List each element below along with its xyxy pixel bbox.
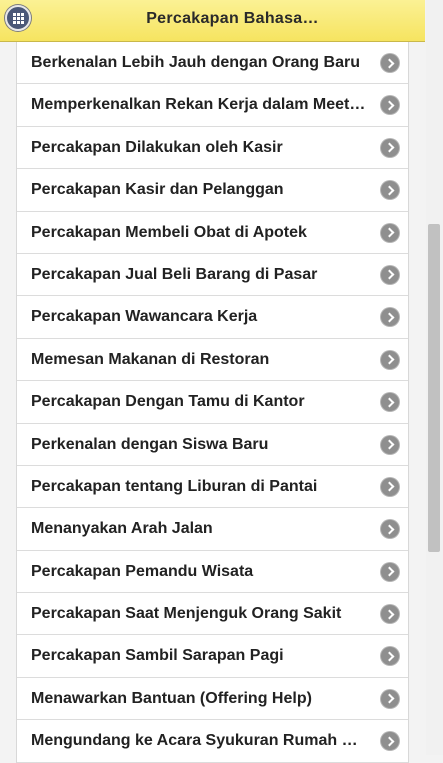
chevron-right-icon — [381, 393, 399, 412]
list-item[interactable]: Memperkenalkan Rekan Kerja dalam Meeting — [17, 84, 408, 127]
grid-menu-icon — [12, 12, 24, 24]
chevron-right-icon — [381, 96, 399, 115]
list-item-label: Memperkenalkan Rekan Kerja dalam Meeting — [31, 96, 369, 114]
list-item[interactable]: Percakapan Jual Beli Barang di Pasar — [17, 253, 408, 297]
list-item-label: Percakapan Wawancara Kerja — [31, 308, 258, 326]
list-item-label: Berkenalan Lebih Jauh dengan Orang Baru — [31, 54, 360, 71]
conversation-list: Berkenalan Lebih Jauh dengan Orang Baru … — [16, 42, 409, 763]
list-item[interactable]: Berkenalan Lebih Jauh dengan Orang Baru — [17, 42, 408, 85]
chevron-right-icon — [381, 308, 399, 327]
list-item[interactable]: Percakapan Kasir dan Pelanggan — [17, 169, 408, 212]
list-item[interactable]: Percakapan tentang Liburan di Pantai — [17, 465, 408, 509]
list-item[interactable]: Percakapan Saat Menjenguk Orang Sakit — [17, 593, 408, 636]
list-item-label: Percakapan Sambil Sarapan Pagi — [31, 647, 284, 665]
list-item[interactable]: Memesan Makanan di Restoran — [17, 338, 408, 382]
chevron-right-icon — [381, 181, 399, 200]
menu-button[interactable] — [5, 5, 31, 31]
list-item[interactable]: Percakapan Dengan Tamu di Kantor — [17, 381, 408, 424]
chevron-right-icon — [381, 562, 399, 581]
chevron-right-icon — [381, 54, 399, 72]
list-item[interactable]: Perkenalan dengan Siswa Baru — [17, 423, 408, 466]
scrollbar-thumb[interactable] — [428, 224, 440, 552]
chevron-right-icon — [381, 350, 399, 369]
list-item-label: Menanyakan Arah Jalan — [31, 520, 213, 538]
list-item-label: Percakapan Dilakukan oleh Kasir — [31, 138, 283, 156]
chevron-right-icon — [381, 520, 399, 539]
list-item-label: Percakapan tentang Liburan di Pantai — [31, 477, 318, 495]
chevron-right-icon — [381, 138, 399, 157]
chevron-right-icon — [381, 647, 399, 666]
list-item-label: Percakapan Jual Beli Barang di Pasar — [31, 265, 318, 283]
chevron-right-icon — [381, 223, 399, 242]
list-item-label: Percakapan Membeli Obat di Apotek — [31, 223, 307, 241]
chevron-right-icon — [381, 435, 399, 454]
page-title: Percakapan Bahasa… — [146, 10, 319, 27]
list-item-label: Percakapan Saat Menjenguk Orang Sakit — [31, 605, 342, 623]
list-item[interactable]: Menanyakan Arah Jalan — [17, 508, 408, 551]
chevron-right-icon — [381, 732, 399, 751]
app-header: Percakapan Bahasa… — [0, 0, 425, 42]
chevron-right-icon — [381, 265, 399, 284]
list-item-label: Percakapan Dengan Tamu di Kantor — [31, 393, 305, 411]
list-item-label: Perkenalan dengan Siswa Baru — [31, 435, 269, 453]
list-item[interactable]: Percakapan Dilakukan oleh Kasir — [17, 126, 408, 170]
list-item[interactable]: Percakapan Wawancara Kerja — [17, 296, 408, 339]
list-item-label: Percakapan Pemandu Wisata — [31, 562, 254, 580]
list-item[interactable]: Menawarkan Bantuan (Offering Help) — [17, 677, 408, 721]
list-item-label: Percakapan Kasir dan Pelanggan — [31, 181, 284, 199]
list-item[interactable]: Mengundang ke Acara Syukuran Rumah Baru — [17, 720, 408, 763]
chevron-right-icon — [381, 605, 399, 624]
list-item[interactable]: Percakapan Pemandu Wisata — [17, 550, 408, 594]
chevron-right-icon — [381, 477, 399, 496]
list-item-label: Memesan Makanan di Restoran — [31, 350, 270, 368]
list-item-label: Mengundang ke Acara Syukuran Rumah Baru — [31, 732, 369, 750]
list-item[interactable]: Percakapan Membeli Obat di Apotek — [17, 211, 408, 254]
list-item[interactable]: Percakapan Sambil Sarapan Pagi — [17, 635, 408, 678]
list-item-label: Menawarkan Bantuan (Offering Help) — [31, 689, 312, 707]
chevron-right-icon — [381, 689, 399, 708]
